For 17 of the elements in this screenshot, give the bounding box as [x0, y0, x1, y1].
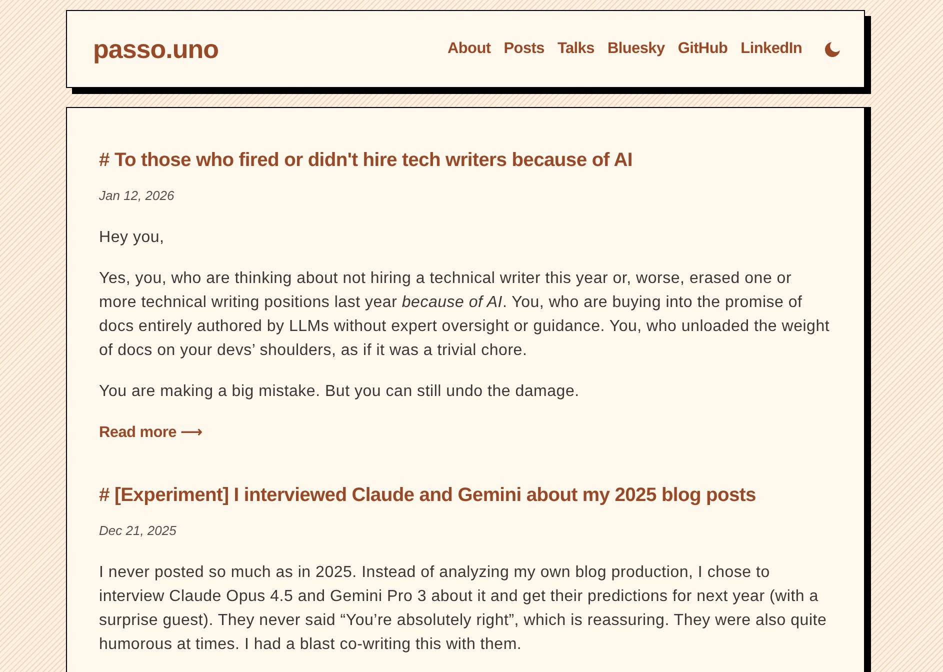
- nav-link[interactable]: LinkedIn: [740, 37, 802, 61]
- nav-link[interactable]: Posts: [504, 37, 544, 61]
- moon-icon[interactable]: [825, 42, 840, 56]
- post-paragraph: Yes, you, who are thinking about not hiring a technical writer this year or, worse, erased one or more technical writing positions last year because of AI. You, who are buying into the promise of docs entirely authored by LLMs without expert oversight or guidance. You, who unloaded the weight of docs on your devs’ shoulders, as if it was a trivial chore.: [99, 269, 831, 361]
- post-date: Dec 21, 2025: [99, 522, 178, 540]
- nav-link[interactable]: Talks: [557, 37, 594, 61]
- post-date: Jan 12, 2026: [99, 187, 176, 205]
- nav-link[interactable]: GitHub: [678, 37, 728, 61]
- read-more-link[interactable]: Read more ⟶: [99, 421, 202, 445]
- nav-link[interactable]: About: [447, 37, 491, 61]
- post-title[interactable]: # To those who fired or didn't hire tech writers because of AI: [99, 148, 632, 173]
- post-paragraph: You are making a big mistake. But you can still undo the damage.: [99, 382, 580, 402]
- post-paragraph: I never posted so much as in 2025. Instead of analyzing my own blog production, I chose to interview Claude Opus 4.5 and Gemini Pro 3 about it and get their predictions for next year (with a surprise guest). They never said “You’re absolutely right”, which is reassuring. They were also quite humorous at times. I had a blast co-writing this with them.: [99, 563, 828, 655]
- post-paragraph: Hey you,: [99, 228, 166, 248]
- nav-link[interactable]: Bluesky: [607, 37, 665, 61]
- post-title[interactable]: # [Experiment] I interviewed Claude and Gemini about my 2025 blog posts: [99, 483, 756, 508]
- site-logo[interactable]: passo.uno: [93, 30, 219, 68]
